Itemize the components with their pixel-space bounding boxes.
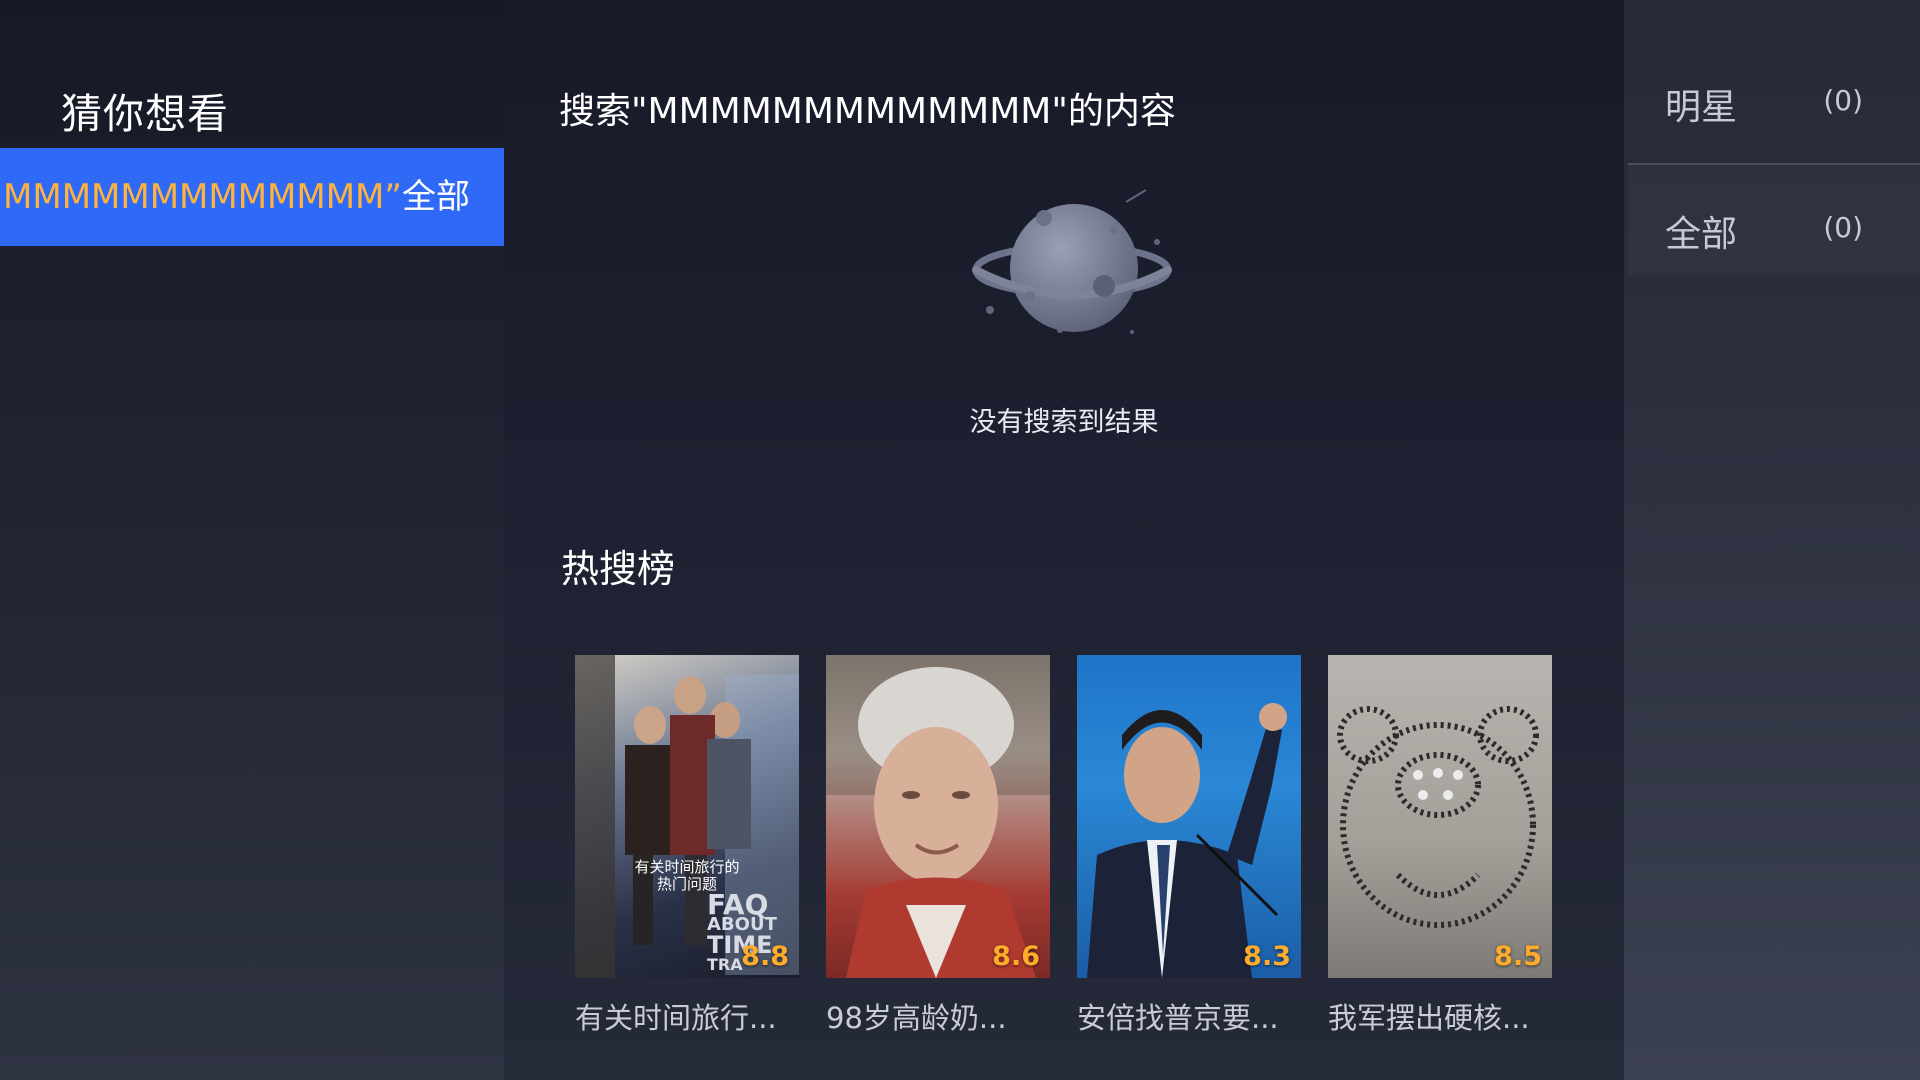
sidebar-item-search-all[interactable]: MMMMMMMMMMMMM”全部 — [0, 148, 504, 246]
rating-score: 8.6 — [992, 941, 1040, 972]
hot-search-list: 有关时间旅行的 热门问题 FAQ ABOUT TIME TRA 8.8 有关时间… — [575, 655, 1575, 1055]
poster-logo-line: FAQ — [707, 888, 769, 921]
hot-item-title: 98岁高龄奶... — [826, 1001, 1007, 1035]
sidebar-item-query: MMMMMMMMMMMMM” — [3, 177, 402, 217]
filter-count: (0) — [1823, 84, 1863, 117]
poster-image: 有关时间旅行的 热门问题 FAQ ABOUT TIME TRA 8.8 — [575, 655, 799, 978]
hot-item-card[interactable]: 8.3 安倍找普京要... — [1077, 655, 1301, 1037]
hot-item-card[interactable]: 有关时间旅行的 热门问题 FAQ ABOUT TIME TRA 8.8 有关时间… — [575, 655, 799, 1037]
filter-count: (0) — [1823, 211, 1863, 244]
poster-caption-line: 有关时间旅行的 — [634, 858, 740, 876]
hot-item-title: 我军摆出硬核... — [1328, 1001, 1530, 1035]
filter-label: 明星 — [1665, 87, 1738, 128]
hot-item-card[interactable]: 8.5 我军摆出硬核... — [1328, 655, 1552, 1037]
search-results-panel: 搜索"MMMMMMMMMMMMM"的内容 没有搜索到结果 热搜榜 有关时间旅行的… — [504, 0, 1624, 1080]
hot-item-title: 有关时间旅行... — [575, 1001, 777, 1035]
hot-search-title: 热搜榜 — [561, 547, 676, 591]
poster-image: 8.5 — [1328, 655, 1552, 978]
filter-label: 全部 — [1665, 214, 1738, 255]
search-heading: 搜索"MMMMMMMMMMMMM"的内容 — [559, 91, 1176, 132]
poster-image: 8.6 — [826, 655, 1050, 978]
poster-image: 8.3 — [1077, 655, 1301, 978]
hot-item-title: 安倍找普京要... — [1077, 1001, 1279, 1035]
suggestion-sidebar: 猜你想看 MMMMMMMMMMMMM”全部 — [0, 0, 504, 1080]
rating-score: 8.3 — [1243, 941, 1291, 972]
no-results-message: 没有搜索到结果 — [969, 407, 1159, 438]
sidebar-item-label: MMMMMMMMMMMMM”全部 — [3, 148, 470, 246]
filter-item-all[interactable]: 全部 (0) — [1628, 165, 1920, 275]
filter-item-stars[interactable]: 明星 (0) — [1628, 52, 1920, 152]
category-filter-panel: 明星 (0) 全部 (0) — [1624, 0, 1920, 1080]
sidebar-title: 猜你想看 — [61, 90, 229, 138]
rating-score: 8.5 — [1494, 941, 1542, 972]
empty-planet-icon — [964, 180, 1184, 350]
sidebar-item-suffix: 全部 — [402, 177, 470, 217]
hot-item-card[interactable]: 8.6 98岁高龄奶... — [826, 655, 1050, 1037]
rating-score: 8.8 — [741, 941, 789, 972]
app-root: 猜你想看 MMMMMMMMMMMMM”全部 搜索"MMMMMMMMMMMMM"的… — [0, 0, 1920, 1080]
